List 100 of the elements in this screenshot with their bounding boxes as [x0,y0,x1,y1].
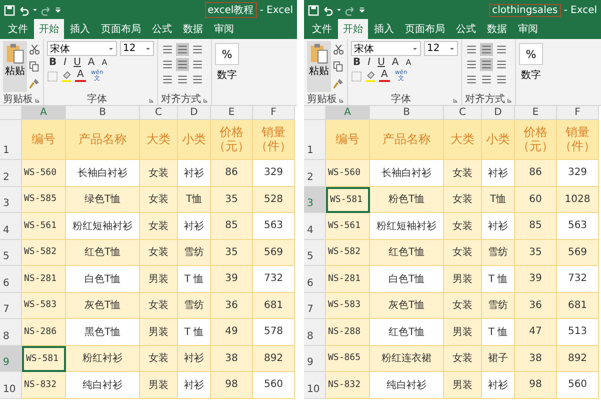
caret-icon[interactable] [336,7,342,13]
align-icon[interactable] [176,73,189,86]
border-icon[interactable] [47,70,58,82]
ribbon-tab[interactable]: 审阅 [209,19,239,39]
customize-icon[interactable] [55,7,61,13]
align-icon[interactable] [465,58,478,71]
undo-icon[interactable] [322,4,333,16]
row-header[interactable]: 6 [0,266,22,292]
italic-button[interactable]: I [366,58,373,68]
paste-button[interactable]: 粘贴 [307,41,331,92]
caret-icon[interactable] [145,46,151,52]
row-header[interactable]: 7 [0,292,22,319]
align-icon[interactable] [480,43,493,56]
shrink-font-button[interactable]: A [404,59,414,67]
dialog-launcher-icon[interactable] [203,98,208,103]
ribbon-tab[interactable]: 公式 [147,19,177,39]
align-icon[interactable] [161,43,174,56]
brush-icon[interactable] [29,78,40,89]
copy-icon[interactable] [29,61,40,72]
save-icon[interactable] [308,4,319,16]
save-icon[interactable] [4,4,15,16]
font-size-field[interactable]: 12 [120,41,154,56]
column-header[interactable]: F [253,106,295,120]
number-button[interactable]: 数字 [217,68,237,82]
font-color-button[interactable]: A [379,70,390,82]
column-header[interactable]: A [326,106,370,120]
caret-icon[interactable] [412,46,418,52]
row-header[interactable]: 2 [0,160,22,186]
column-header[interactable]: B [370,106,444,120]
ribbon-tab[interactable]: 数据 [482,19,512,39]
row-header[interactable]: 5 [0,240,22,266]
underline-button[interactable]: U [376,58,387,68]
column-header[interactable]: E [515,106,557,120]
row-header[interactable]: 8 [304,319,326,346]
shrink-font-button[interactable]: A [100,59,110,67]
align-icon[interactable] [161,58,174,71]
row-header[interactable]: 1 [0,120,22,160]
ribbon-tab[interactable]: 页面布局 [400,19,450,39]
brush-icon[interactable] [333,78,344,89]
row-header[interactable]: 1 [304,120,326,160]
align-icon[interactable] [495,58,508,71]
caret-icon[interactable] [32,7,38,13]
column-header[interactable]: C [444,106,482,120]
row-header[interactable]: 2 [304,160,326,186]
row-header[interactable]: 6 [304,266,326,292]
row-header[interactable]: 10 [0,372,22,398]
row-header[interactable]: 3 [304,186,326,213]
bold-button[interactable]: B [351,58,363,68]
ribbon-tab[interactable]: 公式 [451,19,481,39]
row-header[interactable]: 9 [0,346,22,372]
caret-icon[interactable] [449,46,455,52]
percent-button[interactable]: % [519,43,543,65]
dialog-launcher-icon[interactable] [507,98,512,103]
percent-button[interactable]: % [215,43,239,65]
dialog-launcher-icon[interactable] [149,98,154,103]
cut-icon[interactable] [333,44,344,55]
font-size-field[interactable]: 12 [424,41,458,56]
row-header[interactable]: 10 [304,372,326,398]
ribbon-tab[interactable]: 开始 [34,19,64,39]
underline-button[interactable]: U [72,58,83,68]
align-icon[interactable] [495,73,508,86]
align-icon[interactable] [465,43,478,56]
customize-icon[interactable] [359,7,365,13]
row-header[interactable]: 4 [0,213,22,240]
align-icon[interactable] [480,73,493,86]
align-icon[interactable] [191,43,204,56]
align-icon[interactable] [176,43,189,56]
ribbon-tab[interactable]: 数据 [178,19,208,39]
italic-button[interactable]: I [62,58,69,68]
ribbon-tab[interactable]: 插入 [65,19,95,39]
align-icon[interactable] [161,73,174,86]
ribbon-tab[interactable]: 文件 [3,19,33,39]
row-header[interactable]: 5 [304,240,326,266]
border-icon[interactable] [351,70,362,82]
dialog-launcher-icon[interactable] [339,98,344,103]
dialog-launcher-icon[interactable] [453,98,458,103]
redo-icon[interactable] [345,4,356,16]
column-header[interactable]: C [140,106,178,120]
align-icon[interactable] [176,58,189,71]
paste-button[interactable]: 粘贴 [3,41,27,92]
row-header[interactable]: 4 [304,213,326,240]
row-header[interactable]: 9 [304,346,326,372]
font-name-field[interactable]: 宋体 [351,41,421,56]
undo-icon[interactable] [18,4,29,16]
caret-icon[interactable] [108,46,114,52]
redo-icon[interactable] [41,4,52,16]
column-header[interactable]: A [22,106,66,120]
column-header[interactable]: D [178,106,211,120]
grow-font-button[interactable]: A [86,58,97,68]
ribbon-tab[interactable]: 页面布局 [96,19,146,39]
copy-icon[interactable] [333,61,344,72]
ribbon-tab[interactable]: 文件 [307,19,337,39]
bold-button[interactable]: B [47,58,59,68]
ribbon-tab[interactable]: 插入 [369,19,399,39]
column-header[interactable]: F [557,106,599,120]
column-header[interactable]: B [66,106,140,120]
row-header[interactable]: 8 [0,319,22,346]
cut-icon[interactable] [29,44,40,55]
fill-bucket-icon[interactable] [365,70,376,82]
grow-font-button[interactable]: A [390,58,401,68]
